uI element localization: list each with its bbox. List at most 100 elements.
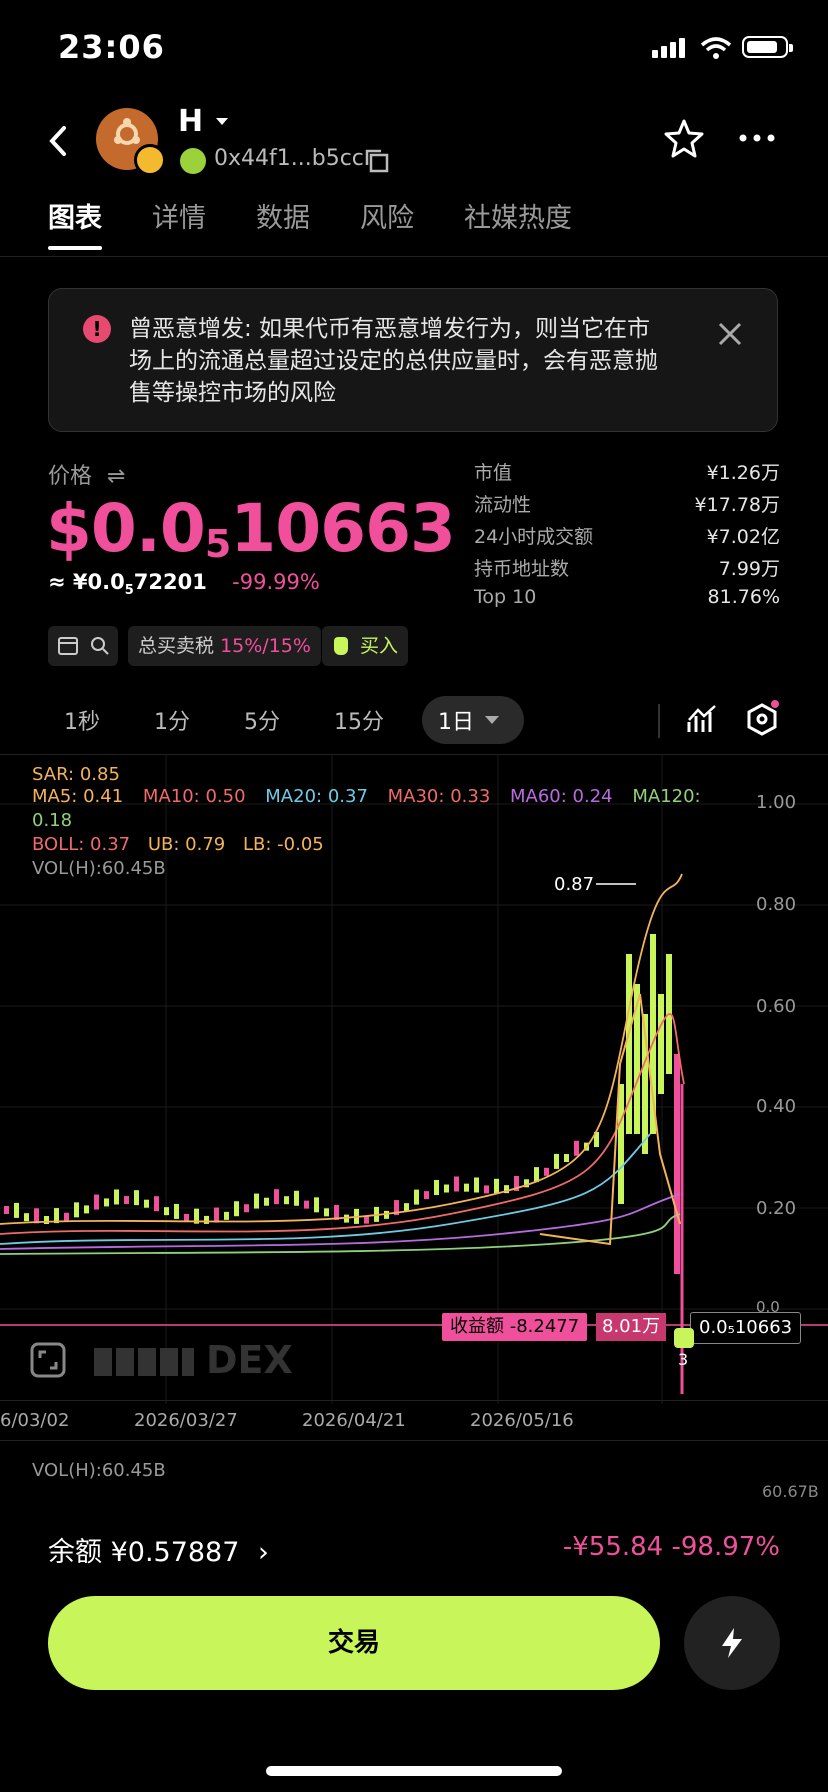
fullscreen-icon[interactable] [30,1342,66,1378]
chevron-right-icon[interactable]: › [258,1537,269,1568]
timeframe-1m[interactable]: 1分 [154,704,190,736]
wifi-icon [700,37,732,59]
candle [484,1185,489,1194]
settings-icon[interactable] [744,700,780,738]
high-annotation: 0.87 [554,874,595,895]
price-cny: ≈ ¥0.0572201 [48,570,207,599]
more-icon[interactable] [738,132,776,144]
candle [204,1215,209,1224]
swap-icon[interactable]: ⇌ [107,464,125,489]
y-tick: 0.40 [756,1096,797,1117]
candle [494,1178,499,1194]
candle [94,1194,99,1210]
status-time: 23:06 [58,28,165,66]
timeframe-15m[interactable]: 15分 [334,704,384,736]
y-tick: 1.00 [756,792,797,813]
buy-chip[interactable]: 买入 [322,626,409,666]
candle [414,1189,419,1205]
status-bar: 23:06 [0,0,828,100]
candle [164,1207,169,1216]
dropdown-icon[interactable] [214,116,230,128]
ma-indicators: MA5: 0.41 MA10: 0.50 MA20: 0.37 MA30: 0.… [32,786,701,807]
buy-label: 买入 [360,635,399,657]
candle [84,1205,89,1214]
x-tick: 6/03/02 [0,1410,70,1431]
token-symbol[interactable]: H [178,104,203,139]
timeframe-1s[interactable]: 1秒 [64,704,100,736]
indicator-icon[interactable] [686,704,718,736]
dex-watermark: DEX [206,1338,293,1382]
trade-marker-icon[interactable] [674,1328,694,1348]
candle [554,1153,559,1169]
candle [154,1196,159,1212]
volume-indicator: VOL(H):60.45B [32,858,166,879]
candle [74,1202,79,1218]
chevron-down-icon[interactable] [484,714,500,726]
balance-label: 余额 ¥0.57887 [48,1537,240,1568]
candle [324,1208,329,1217]
tab-social[interactable]: 社媒热度 [464,196,572,235]
timeframe-5m[interactable]: 5分 [244,704,280,736]
x-tick: 2026/03/27 [134,1410,238,1431]
candle [24,1213,29,1222]
trade-button[interactable]: 交易 [48,1596,660,1690]
candle [424,1191,429,1200]
balance-pnl: -¥55.84 -98.97% [562,1532,780,1562]
candle [314,1197,319,1213]
price-label-row: 价格 ⇌ [48,458,125,490]
signal-icon [652,38,688,58]
candle [284,1196,289,1205]
tax-chip[interactable]: 总买卖税 15%/15% [128,626,321,666]
candle [144,1199,149,1208]
candle [4,1206,9,1214]
warning-text: 曾恶意增发: 如果代币有恶意增发行为，则当它在市场上的流通总量超过设定的总供应量… [129,316,658,406]
balance-row[interactable]: 余额 ¥0.57887 › [48,1530,269,1569]
y-tick: 0.20 [756,1198,797,1219]
lightning-icon [722,1628,742,1658]
candle [34,1208,39,1224]
verified-icon [180,148,206,174]
candle [134,1190,139,1206]
trade-marker-count: 3 [678,1350,689,1369]
tab-bar: 图表 详情 数据 风险 社媒热度 [0,196,828,257]
timeframe-1d[interactable]: 1日 [438,704,474,736]
star-icon[interactable] [664,118,704,158]
alert-icon: ! [83,315,111,343]
candle [104,1198,109,1207]
candle [64,1212,69,1221]
ma-line [0,1013,685,1235]
pnl-label: 收益额 -8.2477 [442,1313,588,1341]
ma120-value: 0.18 [32,810,73,831]
candle [214,1207,219,1223]
candle [444,1184,449,1193]
price-cny-row: ≈ ¥0.0572201 -99.99% [48,570,320,598]
tax-value: 15%/15% [220,635,311,657]
price-usd: $0.0510663 [46,490,456,567]
y-tick: 0.60 [756,996,797,1017]
stat-market-cap: 市值 ¥1.26万 [474,462,780,484]
divider [658,704,660,738]
copy-icon[interactable] [364,148,390,174]
back-icon[interactable] [46,124,70,158]
close-icon[interactable] [717,321,743,347]
volume-axis-label: 60.67B [762,1482,819,1501]
search-icon [91,637,109,655]
tab-risk[interactable]: 风险 [360,196,414,235]
stat-volume-24h: 24小时成交额 ¥7.02亿 [474,526,780,548]
tab-chart[interactable]: 图表 [48,196,102,250]
okx-logo [94,1348,194,1376]
scan-chip[interactable] [48,626,118,666]
candle [454,1176,459,1192]
tab-data[interactable]: 数据 [256,196,310,235]
candle [404,1203,409,1212]
candle [14,1202,19,1218]
battery-icon [742,36,793,58]
quick-trade-button[interactable] [684,1596,780,1690]
candle [44,1215,49,1224]
candle [564,1154,569,1163]
price-label: 价格 [48,464,93,489]
candle [234,1201,239,1217]
tab-details[interactable]: 详情 [152,196,206,235]
candle [474,1177,479,1193]
candle [574,1140,579,1156]
